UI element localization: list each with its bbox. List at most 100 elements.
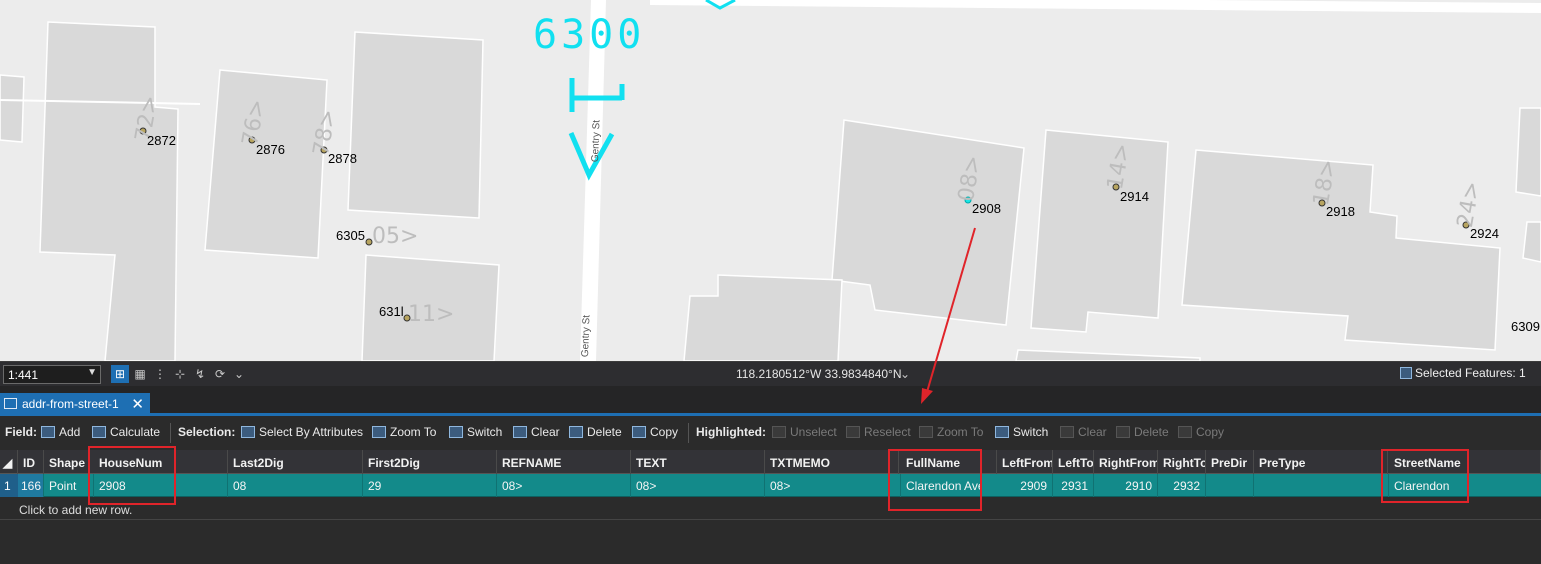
cell-refname[interactable]: 08>: [497, 474, 631, 497]
switch-icon: [995, 426, 1009, 438]
copy-highlighted-label: Copy: [1196, 425, 1225, 439]
reselect-label: Reselect: [864, 425, 911, 439]
table-icon: [4, 398, 17, 409]
highlighted-label: Highlighted:: [696, 425, 766, 439]
road: [649, 0, 1541, 13]
column-header-pretype[interactable]: PreType: [1254, 450, 1388, 474]
zoom-to-label: Zoom To: [390, 425, 437, 439]
column-header-rightfrom[interactable]: RightFrom: [1094, 450, 1158, 474]
address-label: 2918: [1326, 204, 1355, 219]
select-all-corner[interactable]: ◢: [0, 450, 18, 474]
tab-addr-from-street-1[interactable]: addr-from-street-1 ✕: [0, 393, 150, 416]
zoom-to-button[interactable]: Zoom To: [372, 425, 436, 439]
cell-last2dig[interactable]: 08: [228, 474, 363, 497]
switch-selection-button[interactable]: Switch: [449, 425, 502, 439]
chevron-down-icon: ▼: [87, 367, 97, 378]
switch-icon: [449, 426, 463, 438]
add-label: Add: [59, 425, 81, 439]
cell-txtmemo[interactable]: 08>: [765, 474, 901, 497]
column-header-rightto[interactable]: RightTo: [1158, 450, 1206, 474]
clear-icon: [513, 426, 527, 438]
cell-id[interactable]: 166: [18, 474, 44, 497]
map-view[interactable]: 6300 Gentry St Gentry St 72> 76> 78> 05>…: [0, 0, 1541, 361]
zoom-to-highlighted-button[interactable]: Zoom To: [919, 425, 983, 439]
address-label: 6309: [1511, 319, 1540, 334]
column-header-text[interactable]: TEXT: [631, 450, 765, 474]
address-label: 2908: [972, 201, 1001, 216]
column-header-first2dig[interactable]: First2Dig: [363, 450, 497, 474]
highlight-box-housenum: [88, 446, 176, 505]
cell-text[interactable]: 08>: [631, 474, 765, 497]
divider: [688, 423, 689, 443]
row-number[interactable]: 1: [0, 474, 18, 497]
cell-rightto[interactable]: 2932: [1158, 474, 1206, 497]
reselect-button[interactable]: Reselect: [846, 425, 911, 439]
copy-label: Copy: [650, 425, 679, 439]
grid-icon[interactable]: ▦: [131, 365, 149, 383]
fixed-zoom-icon[interactable]: ⊞: [111, 365, 129, 383]
cell-rightfrom[interactable]: 2910: [1094, 474, 1158, 497]
selected-features-count[interactable]: Selected Features: 1: [1400, 366, 1526, 380]
copy-highlighted-button[interactable]: Copy: [1178, 425, 1224, 439]
building: [1030, 129, 1169, 333]
address-label: 6305: [336, 228, 365, 243]
cell-shape[interactable]: Point: [44, 474, 94, 497]
north-arrow-icon[interactable]: ↯: [191, 365, 209, 383]
table-row[interactable]: 166 Point 2908 08 29 08> 08> 08> Clarend…: [0, 474, 1541, 497]
cell-leftto[interactable]: 2931: [1053, 474, 1094, 497]
chevron-down-icon[interactable]: ⌄: [230, 365, 248, 383]
copy-icon: [632, 426, 646, 438]
address-label: 2872: [147, 133, 176, 148]
calculator-icon: [92, 426, 106, 438]
add-new-row[interactable]: Click to add new row.: [0, 498, 1541, 520]
delete-highlighted-label: Delete: [1134, 425, 1169, 439]
unselect-button[interactable]: Unselect: [772, 425, 837, 439]
selection-label: Selection:: [178, 425, 236, 439]
cell-predir[interactable]: [1206, 474, 1254, 497]
cell-first2dig[interactable]: 29: [363, 474, 497, 497]
selection-icon: [1400, 367, 1412, 379]
highlight-box-fullname: [888, 449, 982, 511]
cell-pretype[interactable]: [1254, 474, 1389, 497]
column-header-last2dig[interactable]: Last2Dig: [228, 450, 363, 474]
attribute-table-toolbar: Field: Add Calculate Selection: Select B…: [0, 419, 1541, 447]
select-by-attributes-button[interactable]: Select By Attributes: [241, 425, 363, 439]
switch-label: Switch: [467, 425, 503, 439]
add-field-button[interactable]: Add: [41, 425, 80, 439]
field-label: Field:: [5, 425, 37, 439]
column-header-leftto[interactable]: LeftTo: [1053, 450, 1094, 474]
column-header-leftfrom[interactable]: LeftFrom: [997, 450, 1053, 474]
scale-dropdown[interactable]: 1:441 ▼: [3, 365, 101, 384]
delete-highlighted-button[interactable]: Delete: [1116, 425, 1169, 439]
delete-selection-button[interactable]: Delete: [569, 425, 622, 439]
clear-highlighted-button[interactable]: Clear: [1060, 425, 1107, 439]
zoom-to-highlighted-label: Zoom To: [937, 425, 984, 439]
cell-leftfrom[interactable]: 2909: [997, 474, 1053, 497]
street-label: Gentry St: [590, 119, 603, 163]
building: [0, 74, 25, 143]
delete-icon: [569, 426, 583, 438]
select-by-attributes-label: Select By Attributes: [259, 425, 364, 439]
switch-highlighted-label: Switch: [1013, 425, 1049, 439]
calculate-label: Calculate: [110, 425, 161, 439]
calculate-button[interactable]: Calculate: [92, 425, 160, 439]
column-header-txtmemo[interactable]: TXTMEMO: [765, 450, 899, 474]
refresh-icon[interactable]: ⟳: [211, 365, 229, 383]
close-icon[interactable]: ✕: [131, 395, 144, 413]
column-header-refname[interactable]: REFNAME: [497, 450, 631, 474]
column-header-predir[interactable]: PreDir: [1206, 450, 1254, 474]
clear-selection-button[interactable]: Clear: [513, 425, 560, 439]
chevron-down-icon[interactable]: ⌄: [896, 365, 914, 383]
snapping-icon[interactable]: ⋮: [151, 365, 169, 383]
building: [831, 119, 1025, 326]
coordinate-readout: 118.2180512°W 33.9834840°N: [736, 367, 902, 381]
select-by-attributes-icon: [241, 426, 255, 438]
constraint-icon[interactable]: ⊹: [171, 365, 189, 383]
switch-highlighted-button[interactable]: Switch: [995, 425, 1048, 439]
column-header-id[interactable]: ID: [18, 450, 44, 474]
column-header-shape[interactable]: Shape: [44, 450, 90, 474]
clear-label: Clear: [531, 425, 560, 439]
copy-selection-button[interactable]: Copy: [632, 425, 678, 439]
building: [1522, 221, 1541, 263]
range-label: 6300: [533, 12, 646, 58]
